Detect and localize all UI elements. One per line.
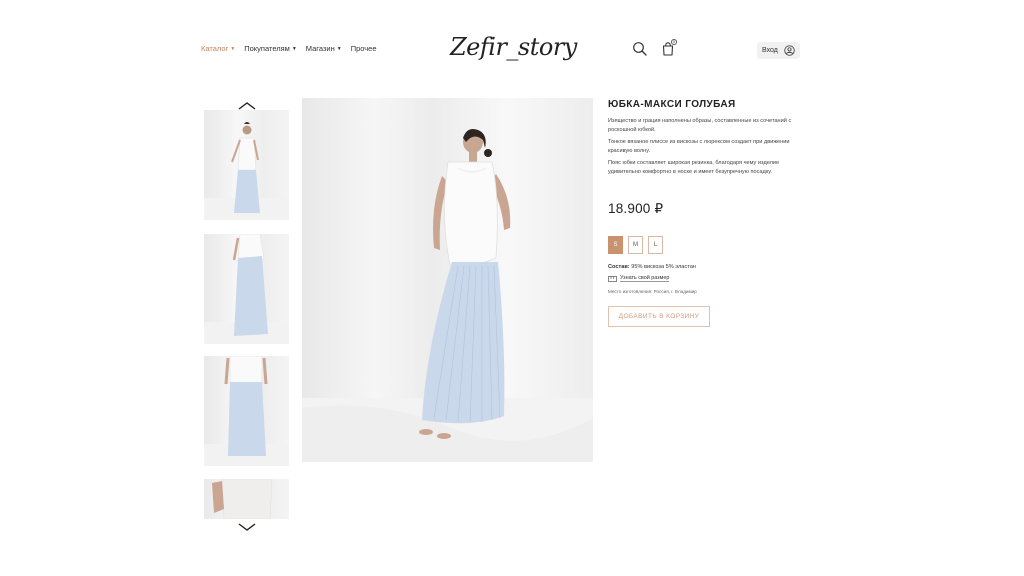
- size-option-l[interactable]: L: [648, 236, 663, 254]
- size-guide-link[interactable]: Узнать свой размер: [608, 275, 670, 282]
- product-title: ЮБКА-МАКСИ ГОЛУБАЯ: [608, 99, 736, 110]
- product-composition: Состав: 95% вискоза 5% эластан: [608, 264, 696, 270]
- product-origin: Место изготовления: Россия, г. Владимир: [608, 289, 697, 294]
- nav-shop[interactable]: Магазин ▼: [306, 44, 342, 53]
- login-label: Вход: [762, 47, 778, 54]
- nav-catalog[interactable]: Каталог ▼: [201, 44, 235, 53]
- thumbnail-4[interactable]: [204, 479, 289, 519]
- chevron-down-icon: ▼: [291, 45, 297, 52]
- chevron-down-icon: [238, 523, 256, 531]
- cart-button[interactable]: 0: [660, 39, 677, 57]
- thumbnail-1[interactable]: [204, 110, 289, 220]
- size-option-s[interactable]: S: [608, 236, 623, 254]
- composition-value: 95% вискоза 5% эластан: [631, 264, 696, 270]
- logo-text: Zefir_story: [450, 33, 577, 61]
- add-to-cart-button[interactable]: ДОБАВИТЬ В КОРЗИНУ: [608, 306, 710, 327]
- nav-other-label: Прочее: [350, 44, 377, 53]
- user-icon: [784, 45, 795, 56]
- composition-label: Состав:: [608, 264, 630, 270]
- gallery-prev-button[interactable]: [238, 98, 256, 110]
- nav-other[interactable]: Прочее: [351, 44, 377, 53]
- cart-count-badge: 0: [671, 39, 677, 45]
- nav-shop-label: Магазин: [305, 44, 335, 53]
- thumbnail-2[interactable]: [204, 234, 289, 344]
- product-description-3: Пояс юбки составляет широкая резинка, бл…: [608, 160, 780, 175]
- main-product-image[interactable]: [302, 98, 593, 462]
- size-selector: S M L: [608, 236, 663, 254]
- nav-customers-label: Покупателям: [244, 44, 290, 53]
- nav-catalog-label: Каталог: [201, 44, 229, 53]
- chevron-down-icon: ▼: [336, 45, 342, 52]
- size-guide-label: Узнать свой размер: [620, 275, 670, 282]
- gallery-next-button[interactable]: [238, 519, 256, 531]
- site-logo[interactable]: Zefir_story: [450, 33, 577, 69]
- thumbnail-3[interactable]: [204, 356, 289, 466]
- nav-customers[interactable]: Покупателям ▼: [244, 44, 297, 53]
- search-icon: [633, 42, 647, 56]
- search-button[interactable]: [632, 41, 648, 57]
- login-button[interactable]: Вход: [757, 42, 800, 59]
- product-description-1: Изящество и грация наполнены образы, сос…: [608, 118, 792, 133]
- main-nav: Каталог ▼ Покупателям ▼ Магазин ▼ Прочее: [201, 44, 377, 53]
- ruler-icon: [608, 275, 617, 282]
- product-description-2: Тонкое вязаное плиссе из вискозы с люрек…: [608, 139, 790, 154]
- product-price: 18.900 ₽: [608, 201, 664, 216]
- size-option-m[interactable]: M: [628, 236, 643, 254]
- chevron-down-icon: ▼: [230, 45, 236, 52]
